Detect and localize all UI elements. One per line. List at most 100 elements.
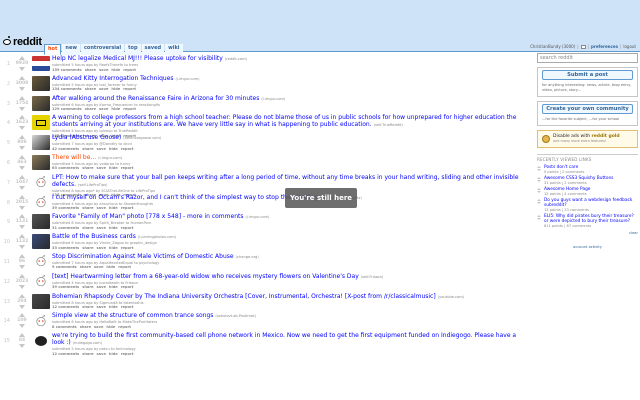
hide-link[interactable]: hide [109, 166, 118, 170]
downvote-icon[interactable] [19, 165, 25, 170]
post-thumbnail[interactable] [32, 95, 50, 111]
upvote-icon[interactable] [537, 166, 541, 168]
downvote-icon[interactable] [19, 344, 25, 349]
downvote-icon[interactable] [19, 106, 25, 111]
upvote-icon[interactable] [537, 199, 541, 201]
hide-link[interactable]: hide [111, 107, 120, 111]
share-link[interactable]: share [85, 68, 96, 72]
share-link[interactable]: share [85, 107, 96, 111]
search-input[interactable]: search reddit [537, 53, 638, 63]
post-thumbnail[interactable] [32, 194, 50, 210]
username-link[interactable]: ChristianBundy (3000) [530, 44, 575, 49]
save-link[interactable]: save [97, 285, 106, 289]
hide-link[interactable]: hide [106, 265, 115, 269]
hide-link[interactable]: hide [109, 305, 118, 309]
save-link[interactable]: save [99, 68, 108, 72]
comments-link[interactable]: 39 comments [52, 285, 79, 289]
post-title[interactable]: Bohemian Rhapsody Cover by The Indiana U… [52, 293, 436, 300]
report-link[interactable]: report [121, 226, 134, 230]
save-link[interactable]: save [97, 352, 106, 356]
post-title[interactable]: we're trying to build the first communit… [52, 332, 516, 346]
tab-hot[interactable]: hot [44, 44, 62, 55]
downvote-icon[interactable] [19, 205, 25, 210]
comments-link[interactable]: 134 comments [52, 87, 82, 91]
report-link[interactable]: report [123, 68, 136, 72]
save-link[interactable]: save [99, 87, 108, 91]
tab-top[interactable]: top [125, 44, 141, 55]
report-link[interactable]: report [121, 206, 134, 210]
comments-link[interactable]: 31 comments [52, 226, 79, 230]
comments-link[interactable]: 42 comments [52, 147, 79, 151]
post-thumbnail[interactable] [32, 174, 50, 190]
report-link[interactable]: report [121, 147, 134, 151]
post-thumbnail[interactable] [32, 333, 50, 349]
post-thumbnail[interactable] [32, 135, 50, 151]
comments-link[interactable]: 9 comments [52, 265, 77, 269]
upvote-icon[interactable] [537, 188, 541, 190]
downvote-icon[interactable] [537, 169, 541, 171]
downvote-icon[interactable] [537, 191, 541, 193]
upvote-icon[interactable] [537, 177, 541, 179]
report-link[interactable]: report [123, 87, 136, 91]
hide-link[interactable]: hide [109, 246, 118, 250]
save-link[interactable]: save [97, 206, 106, 210]
report-link[interactable]: report [118, 325, 131, 329]
post-title[interactable]: Help NC legalize Medical MJ!!! Please up… [52, 55, 223, 62]
save-link[interactable]: save [99, 107, 108, 111]
post-title[interactable]: After walking around the Renaissance Fai… [52, 95, 259, 102]
share-link[interactable]: share [82, 226, 93, 230]
post-title[interactable]: There will be... [52, 154, 96, 161]
hide-link[interactable]: hide [109, 147, 118, 151]
downvote-icon[interactable] [537, 202, 541, 204]
downvote-icon[interactable] [19, 146, 25, 151]
upvote-icon[interactable] [537, 215, 541, 217]
post-thumbnail[interactable] [32, 293, 50, 309]
hide-link[interactable]: hide [109, 352, 118, 356]
post-title[interactable]: Battle of the Business cards [52, 233, 136, 240]
share-link[interactable]: share [82, 147, 93, 151]
save-link[interactable]: save [97, 147, 106, 151]
downvote-icon[interactable] [19, 245, 25, 250]
downvote-icon[interactable] [19, 67, 25, 71]
save-link[interactable]: save [97, 305, 106, 309]
submit-post-button[interactable]: Submit a post [542, 70, 633, 80]
comments-link[interactable]: 39 comments [52, 206, 79, 210]
post-title[interactable]: I cut myself on Occam's Razor, and I can… [52, 194, 320, 201]
preferences-link[interactable]: preferences [591, 44, 618, 49]
downvote-icon[interactable] [19, 185, 25, 190]
post-domain[interactable]: (i.imgur.com) [98, 156, 122, 160]
report-link[interactable]: report [121, 246, 134, 250]
share-link[interactable]: share [82, 246, 93, 250]
post-thumbnail[interactable] [32, 115, 50, 131]
comments-link[interactable]: 159 comments [52, 68, 82, 72]
share-link[interactable]: share [82, 166, 93, 170]
comments-link[interactable]: 63 comments [52, 166, 79, 170]
tab-controversial[interactable]: controversial [80, 44, 125, 55]
post-domain[interactable]: (youtube.com) [438, 295, 464, 299]
post-thumbnail[interactable] [32, 56, 50, 71]
gold-box[interactable]: Disable ads with reddit gold and many mo… [537, 130, 638, 148]
share-link[interactable]: share [82, 305, 93, 309]
post-thumbnail[interactable] [32, 313, 50, 329]
report-link[interactable]: report [118, 265, 131, 269]
downvote-icon[interactable] [19, 126, 25, 131]
comments-link[interactable]: 12 comments [52, 352, 79, 356]
downvote-icon[interactable] [537, 218, 541, 220]
comments-link[interactable]: 129 comments [52, 107, 82, 111]
downvote-icon[interactable] [537, 180, 541, 182]
downvote-icon[interactable] [19, 86, 25, 91]
downvote-icon[interactable] [19, 264, 25, 269]
recent-title[interactable]: Do you guys want a webdesign feedback su… [544, 198, 632, 208]
hide-link[interactable]: hide [109, 226, 118, 230]
report-link[interactable]: report [121, 166, 134, 170]
post-thumbnail[interactable] [32, 75, 50, 91]
logout-link[interactable]: logout [623, 44, 636, 49]
downvote-icon[interactable] [19, 225, 25, 230]
save-link[interactable]: save [97, 226, 106, 230]
post-domain[interactable]: (i.imgur.com) [176, 77, 200, 81]
save-link[interactable]: save [97, 166, 106, 170]
report-link[interactable]: report [121, 352, 134, 356]
create-community-button[interactable]: Create your own community [542, 104, 633, 114]
hide-link[interactable]: hide [109, 206, 118, 210]
tab-new[interactable]: new [62, 44, 80, 55]
